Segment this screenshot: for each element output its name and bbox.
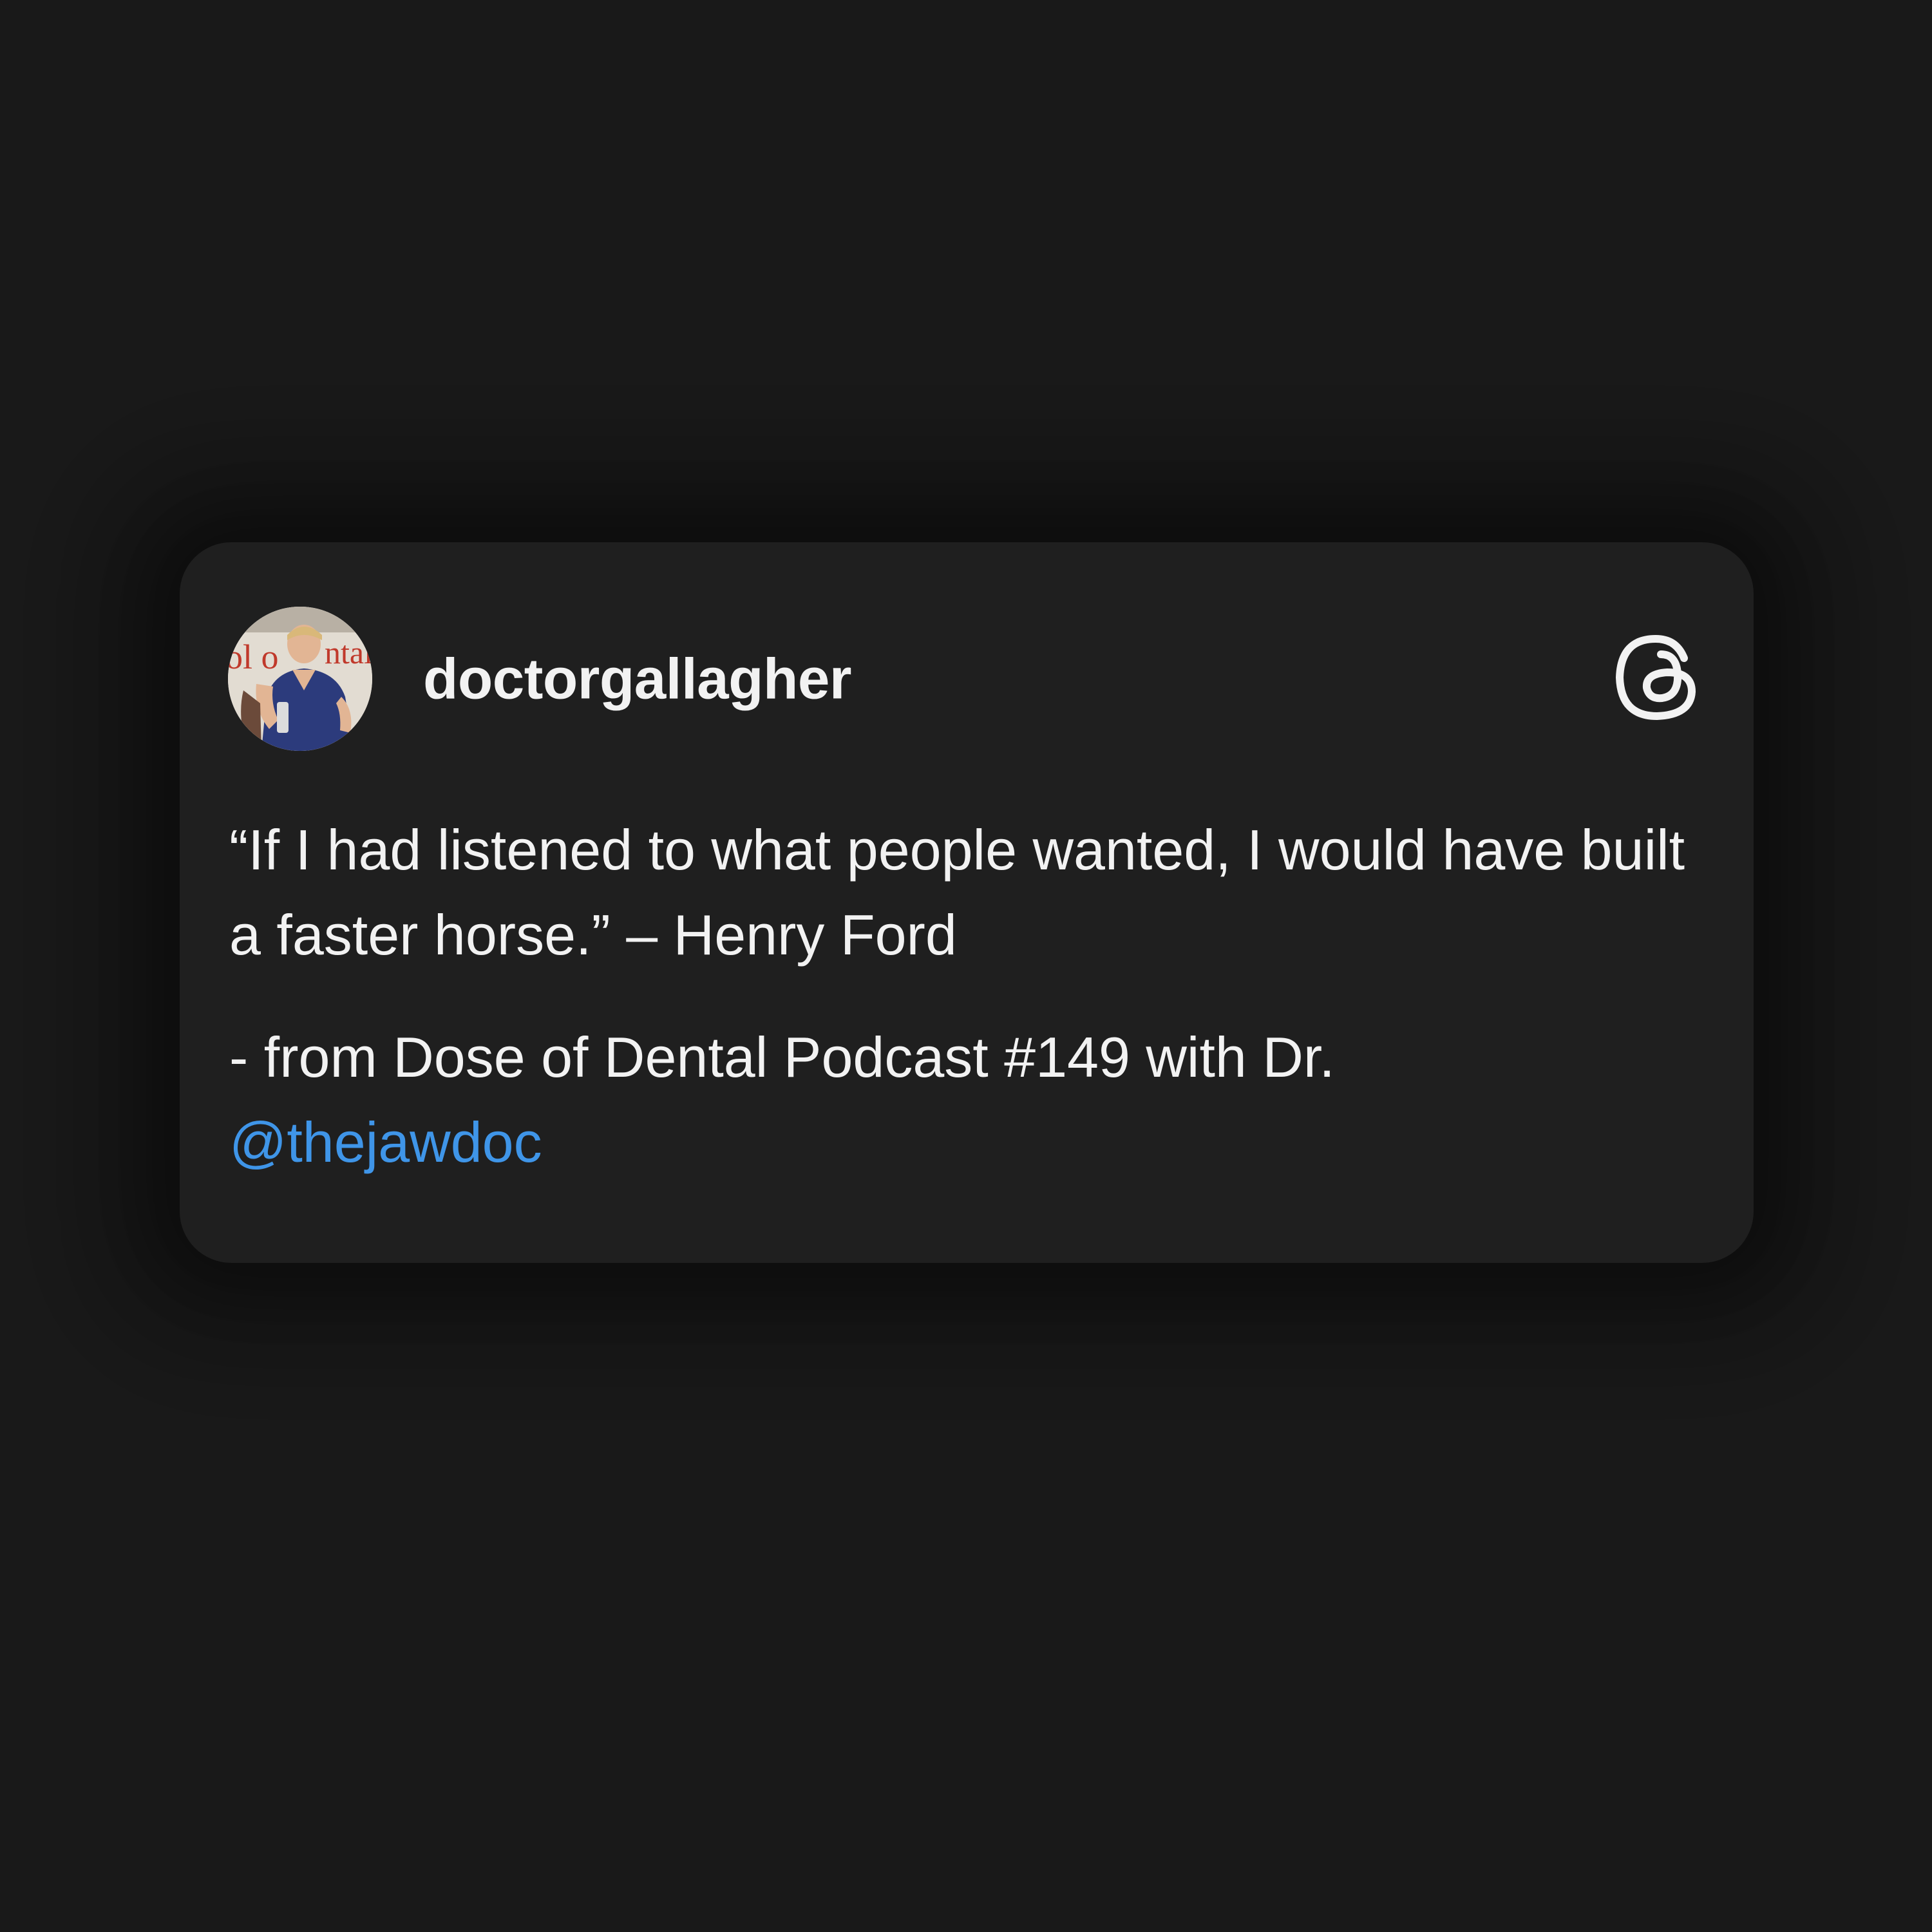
svg-text:ntal: ntal	[325, 634, 372, 670]
mention-link[interactable]: @thejawdoc	[229, 1110, 542, 1174]
avatar[interactable]: ol o ntal	[228, 607, 372, 751]
threads-logo-icon[interactable]	[1612, 632, 1702, 723]
post-source: - from Dose of Dental Podcast #149 with …	[229, 1015, 1702, 1185]
svg-text:ol o: ol o	[228, 638, 279, 676]
post-quote: “If I had listened to what people wanted…	[229, 818, 1685, 967]
username[interactable]: doctorgallagher	[423, 646, 852, 712]
avatar-photo: ol o ntal	[228, 607, 372, 751]
post-header: ol o ntal doctorgallagher	[228, 607, 1702, 751]
post-body: “If I had listened to what people wanted…	[229, 808, 1702, 1222]
post-card[interactable]: ol o ntal doctorgallagher “If I had list…	[180, 542, 1754, 1263]
source-text: - from Dose of Dental Podcast #149 with …	[229, 1025, 1335, 1089]
page: ol o ntal doctorgallagher “If I had list…	[0, 0, 1932, 1932]
